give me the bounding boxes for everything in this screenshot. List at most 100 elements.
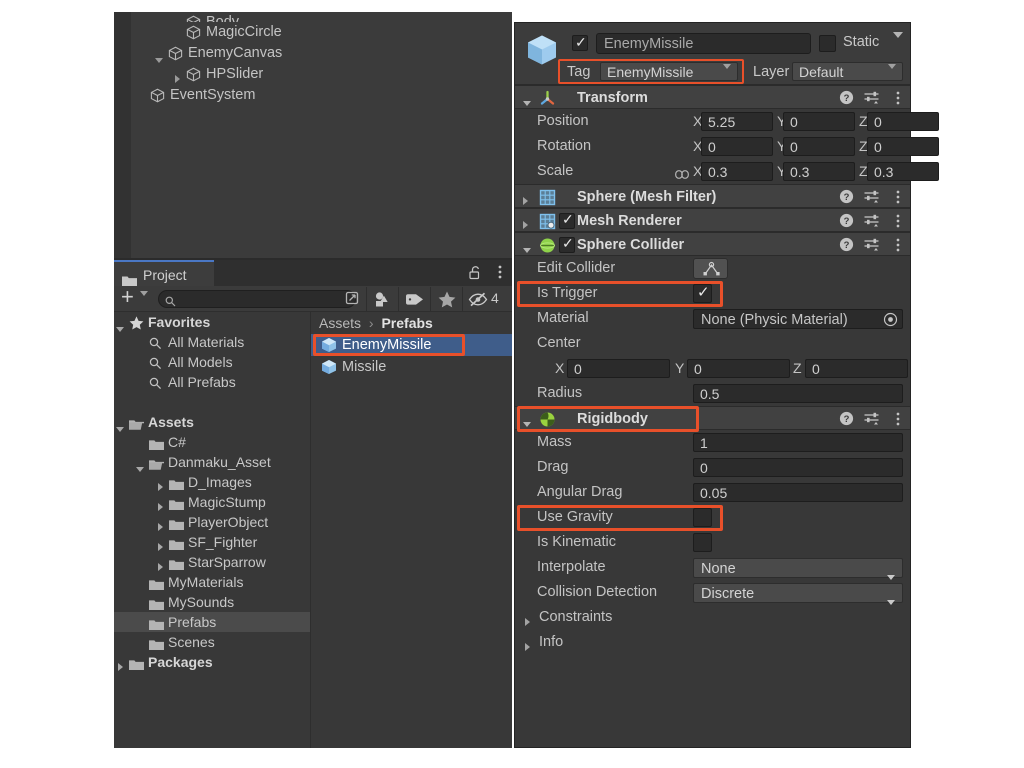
hierarchy-item[interactable]: MagicCircle: [114, 22, 512, 43]
component-enabled-checkbox[interactable]: ✓: [559, 211, 575, 229]
numeric-field[interactable]: 0.5: [693, 384, 903, 403]
asset-item[interactable]: EnemyMissile: [311, 334, 512, 356]
project-tree-item[interactable]: SF_Fighter: [114, 532, 310, 552]
numeric-field[interactable]: 1: [693, 433, 903, 452]
project-tree-item[interactable]: All Prefabs: [114, 372, 310, 392]
component-header[interactable]: Rigidbody?: [515, 406, 910, 432]
numeric-field[interactable]: 0: [567, 359, 670, 378]
project-toolbar: + 4: [114, 284, 512, 313]
kebab-menu-icon[interactable]: [896, 90, 900, 111]
hierarchy-item[interactable]: EventSystem: [114, 85, 512, 106]
checkbox[interactable]: [693, 508, 712, 527]
preset-icon[interactable]: [864, 190, 879, 209]
preset-icon[interactable]: [864, 412, 879, 431]
component-header[interactable]: ✓ Sphere Collider?: [515, 232, 910, 256]
preset-icon[interactable]: [864, 91, 879, 110]
foldout-collapsed-icon[interactable]: [525, 613, 530, 631]
static-checkbox[interactable]: [819, 35, 836, 52]
preset-icon[interactable]: [864, 238, 879, 257]
search-input[interactable]: [181, 291, 331, 307]
project-tree-item[interactable]: Danmaku_Asset: [114, 452, 310, 472]
numeric-field[interactable]: 0: [701, 137, 773, 156]
dropdown-field[interactable]: None: [693, 558, 903, 580]
project-tree-item-label: C#: [168, 434, 186, 450]
component-header[interactable]: Transform?: [515, 85, 910, 109]
numeric-field[interactable]: 0: [687, 359, 790, 378]
project-tree-item[interactable]: MagicStump: [114, 492, 310, 512]
numeric-field[interactable]: 0.05: [693, 483, 903, 502]
foldout-collapsed-icon[interactable]: [114, 658, 126, 678]
project-tree-item[interactable]: Favorites: [114, 312, 310, 332]
kebab-menu-icon[interactable]: [896, 411, 900, 432]
numeric-field[interactable]: 0: [867, 137, 939, 156]
project-tree-item[interactable]: All Materials: [114, 332, 310, 352]
project-tree-item[interactable]: MyMaterials: [114, 572, 310, 592]
link-icon[interactable]: [675, 166, 689, 184]
project-tree-item-label: MyMaterials: [168, 574, 244, 590]
chevron-down-icon[interactable]: [893, 32, 903, 56]
asset-item[interactable]: Missile: [311, 356, 512, 378]
sub-foldout-row[interactable]: Constraints: [515, 605, 910, 630]
component-header[interactable]: ✓ Mesh Renderer?: [515, 208, 910, 232]
hierarchy-item[interactable]: EnemyCanvas: [114, 43, 512, 64]
numeric-field[interactable]: 0.3: [701, 162, 773, 181]
object-picker-icon[interactable]: [883, 312, 898, 333]
filter-by-type-button[interactable]: [366, 287, 398, 311]
preset-icon[interactable]: [864, 214, 879, 233]
help-icon[interactable]: ?: [839, 90, 854, 110]
numeric-field[interactable]: 0.3: [867, 162, 939, 181]
component-header[interactable]: Sphere (Mesh Filter)?: [515, 184, 910, 208]
filter-by-label-button[interactable]: [398, 287, 430, 311]
help-icon[interactable]: ?: [839, 237, 854, 257]
gameobject-name-field[interactable]: [596, 33, 811, 54]
project-tree-item[interactable]: C#: [114, 432, 310, 452]
property-row: Position X 5.25 Y 0 Z 0: [515, 109, 939, 134]
help-icon[interactable]: ?: [839, 189, 854, 209]
hidden-assets-button[interactable]: 4: [462, 287, 508, 311]
numeric-field[interactable]: 5.25: [701, 112, 773, 131]
gameobject-enabled-checkbox[interactable]: ✓: [572, 34, 588, 51]
numeric-field[interactable]: 0.3: [783, 162, 855, 181]
project-tree-item[interactable]: StarSparrow: [114, 552, 310, 572]
hierarchy-item[interactable]: HPSlider: [114, 64, 512, 85]
help-icon[interactable]: ?: [839, 411, 854, 431]
tag-dropdown[interactable]: EnemyMissile: [600, 62, 738, 86]
sub-foldout-row[interactable]: Info: [515, 630, 910, 655]
project-tree-item[interactable]: Prefabs: [114, 612, 310, 632]
edit-collider-button[interactable]: [693, 258, 728, 279]
project-tree-item[interactable]: D_Images: [114, 472, 310, 492]
breadcrumb-root[interactable]: Assets: [319, 315, 361, 331]
project-tree-item[interactable]: All Models: [114, 352, 310, 372]
layer-dropdown[interactable]: Default: [792, 62, 903, 86]
numeric-field[interactable]: 0: [693, 458, 903, 477]
project-tree-item[interactable]: Assets: [114, 412, 310, 432]
foldout-collapsed-icon[interactable]: [525, 638, 530, 656]
kebab-menu-icon[interactable]: [896, 213, 900, 234]
component-enabled-checkbox[interactable]: ✓: [559, 235, 575, 253]
dropdown-field[interactable]: Discrete: [693, 583, 903, 605]
favorites-filter-button[interactable]: [430, 287, 462, 311]
property-label: Is Kinematic: [537, 534, 616, 550]
numeric-field[interactable]: 0: [783, 112, 855, 131]
tab-project[interactable]: Project: [114, 260, 214, 286]
object-field[interactable]: None (Physic Material): [693, 309, 903, 329]
project-tree-item[interactable]: Scenes: [114, 632, 310, 652]
create-asset-button[interactable]: +: [119, 284, 151, 313]
numeric-field[interactable]: 0: [867, 112, 939, 131]
expand-search-icon[interactable]: [344, 290, 360, 311]
project-tree-item[interactable]: Packages: [114, 652, 310, 672]
kebab-menu-icon[interactable]: [498, 264, 502, 280]
checkbox[interactable]: ✓: [693, 284, 712, 303]
lock-open-icon[interactable]: [469, 265, 482, 285]
search-field[interactable]: [158, 290, 356, 308]
help-icon[interactable]: ?: [839, 213, 854, 233]
numeric-field[interactable]: 0: [805, 359, 908, 378]
kebab-menu-icon[interactable]: [896, 237, 900, 258]
checkbox[interactable]: [693, 533, 712, 552]
project-tree-item[interactable]: MySounds: [114, 592, 310, 612]
numeric-field[interactable]: 0: [783, 137, 855, 156]
kebab-menu-icon[interactable]: [896, 189, 900, 210]
project-tree-item[interactable]: PlayerObject: [114, 512, 310, 532]
hierarchy-item[interactable]: Body: [114, 12, 512, 22]
project-tree-item-label: All Materials: [168, 334, 245, 350]
